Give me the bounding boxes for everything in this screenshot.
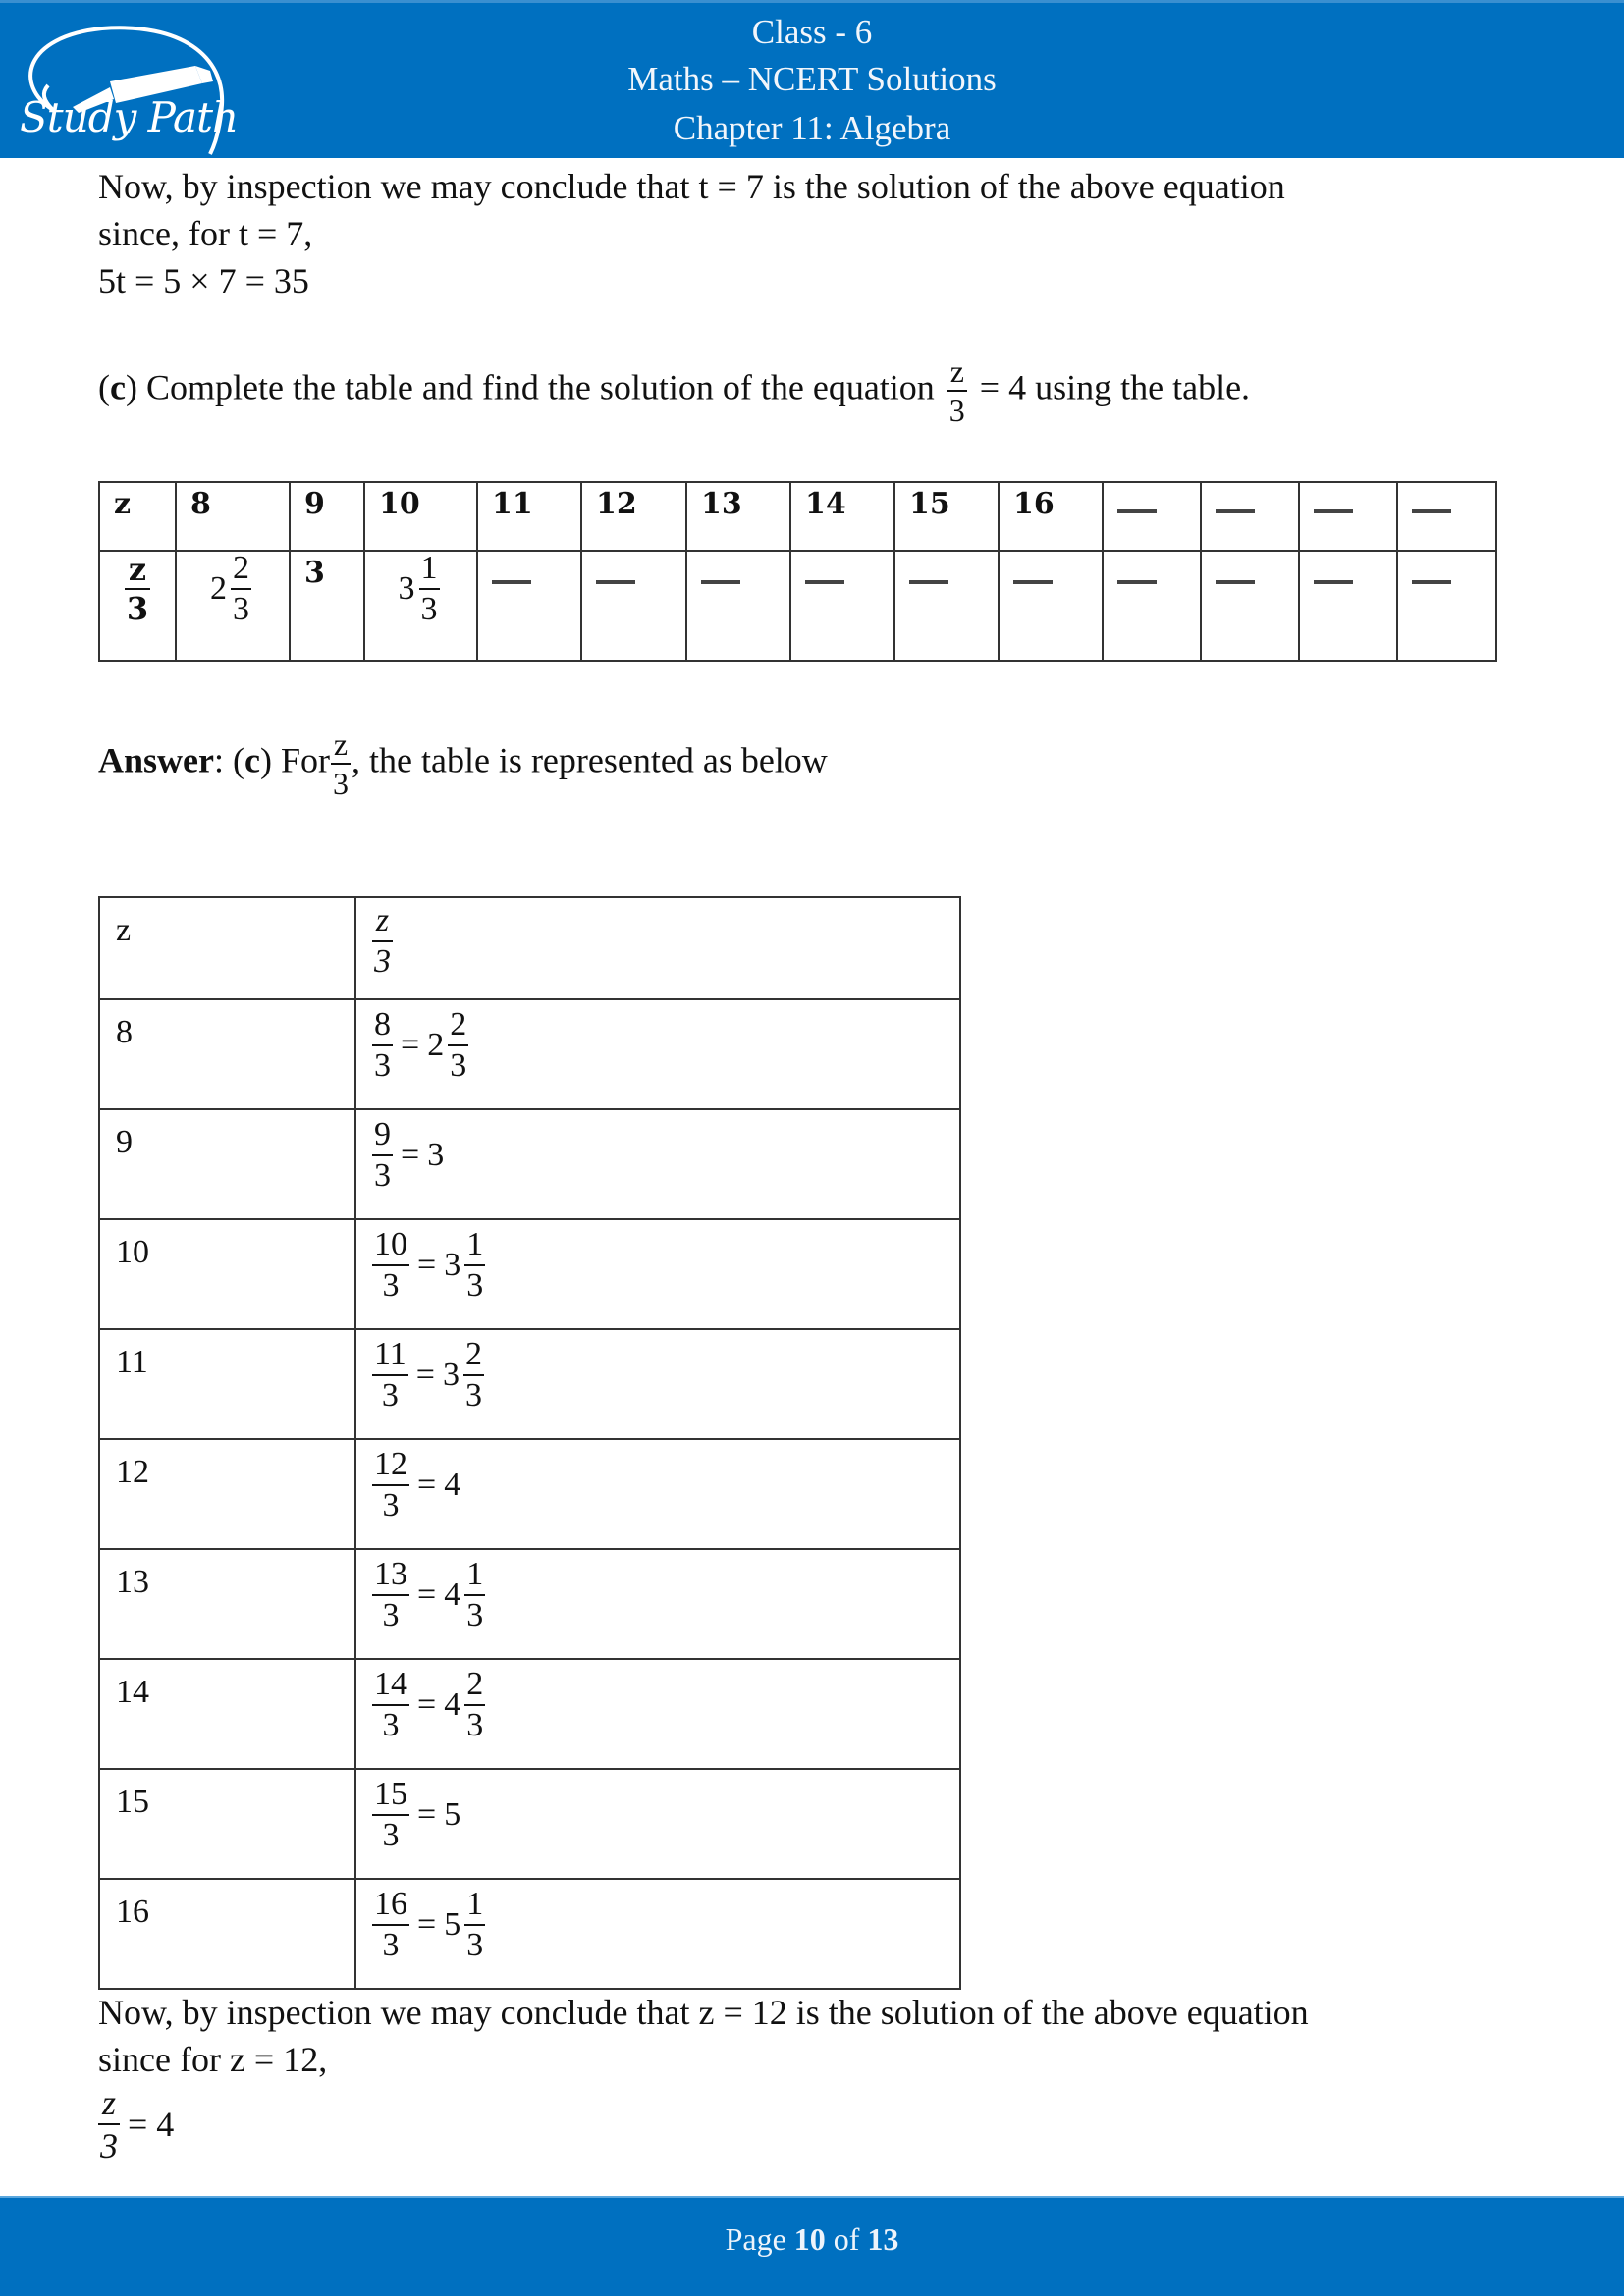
header-subject: Maths – NCERT Solutions [627,60,997,98]
cell-z-over-3: 11 3 = 3 2 3 [354,1328,961,1440]
answer-table-row: 12 12 3 = 4 [98,1438,961,1550]
answer-part: c [244,740,260,780]
current-page: 10 [793,2221,826,2257]
cell-z: 12 [98,1438,356,1550]
table-cell: 3 13 [363,550,478,662]
table-cell: 15 [893,481,1000,552]
cell-z: 8 [98,998,356,1110]
cell-z-over-3: 8 3 = 2 2 3 [354,998,961,1110]
table-cell: 9 [289,481,365,552]
table-cell: 2 23 [175,550,291,662]
cell-z: 9 [98,1108,356,1220]
answer-fraction: z3 [330,726,351,801]
cell-z-over-3: 10 3 = 3 1 3 [354,1218,961,1330]
row-header-z-over-3: z 3 [98,550,177,662]
intro-line-2: since, for t = 7, [98,214,313,253]
answer-table-row: 14 14 3 = 4 2 3 [98,1658,961,1770]
table-cell: 12 [580,481,687,552]
intro-equation: 5t = 5 × 7 = 35 [98,261,309,300]
fraction-bar [947,390,967,392]
table-cell-dash [1298,481,1398,552]
total-pages: 13 [867,2221,899,2257]
answer-table-row: 11 11 3 = 3 2 3 [98,1328,961,1440]
question-label: c [110,367,126,407]
answer-table-row: 16 16 3 = 5 1 3 [98,1878,961,1990]
header-class: Class - 6 [751,13,873,51]
table-cell-dash [789,550,895,662]
table-cell-dash [476,550,582,662]
answer-table-row: 15 15 3 = 5 [98,1768,961,1880]
cell-z-over-3: 15 3 = 5 [354,1768,961,1880]
answer-table: z z3 8 8 3 = 2 2 3 9 9 3 = 3 10 10 3 = 3 1 3 11 11 3 = 3 2 3 12 12 3… [98,896,961,1990]
table-cell-dash [1200,481,1300,552]
table-cell-dash [1396,481,1497,552]
conclusion-line-2: since for z = 12, [98,2040,328,2079]
page-footer: Page 10 of 13 [0,2196,1624,2296]
fraction-numerator: z [949,353,964,389]
answer-for: For [280,740,330,780]
answer-table-row: 9 9 3 = 3 [98,1108,961,1220]
table-cell: 14 [789,481,895,552]
answer-table-row: 10 10 3 = 3 1 3 [98,1218,961,1330]
table-cell-dash [1102,481,1202,552]
table-cell: 10 [363,481,478,552]
conclusion-equation: z3 = 4 [98,2083,175,2165]
cell-z-over-3: 9 3 = 3 [354,1108,961,1220]
answer-intro: Answer: (c) For z 3, the table is represen… [98,726,828,801]
table-cell-dash [1396,550,1497,662]
intro-line-1: Now, by inspection we may conclude that … [98,167,1285,206]
cell-z-over-3: 14 3 = 4 2 3 [354,1658,961,1770]
table-cell-dash [1200,550,1300,662]
answer-rest: , the table is represented as below [351,740,828,780]
cell-z: 14 [98,1658,356,1770]
table-cell: 8 [175,481,291,552]
cell-z: 13 [98,1548,356,1660]
answer-table-header: z z3 [98,896,961,1000]
question-text-after: = 4 using the table. [979,367,1251,407]
table-cell-dash [998,550,1104,662]
cell-z-over-3: 12 3 = 4 [354,1438,961,1550]
table-cell-dash [685,550,791,662]
page-number: Page 10 of 13 [725,2221,899,2257]
table-cell-dash [1102,550,1202,662]
column-header-z: z [98,896,356,1000]
page-header: Study Path Class - 6 Maths – NCERT Solut… [0,0,1624,158]
table-cell: 11 [476,481,582,552]
table-cell-dash [1298,550,1398,662]
row-header-z: z [98,481,177,552]
table-cell: 13 [685,481,791,552]
table-row-z: z 8 9 10 11 12 13 14 15 16 [98,481,1497,552]
answer-label: Answer [98,740,214,780]
table-cell: 16 [998,481,1104,552]
question-fraction: z 3 [947,355,967,426]
table-row-z-over-3: z 3 2 23 3 3 13 [98,550,1497,662]
cell-z: 15 [98,1768,356,1880]
cell-z-over-3: 13 3 = 4 1 3 [354,1548,961,1660]
fraction-denominator: 3 [948,393,965,428]
cell-z: 11 [98,1328,356,1440]
table-cell-dash [580,550,687,662]
column-header-z-over-3: z3 [354,896,961,1000]
question-c: (c) Complete the table and find the solu… [98,353,1251,428]
cell-z: 16 [98,1878,356,1990]
cell-z: 10 [98,1218,356,1330]
question-table: z 8 9 10 11 12 13 14 15 16 z 3 2 23 3 3 … [98,481,1497,662]
table-cell-dash [893,550,1000,662]
conclusion-line-1: Now, by inspection we may conclude that … [98,1993,1309,2032]
header-chapter: Chapter 11: Algebra [673,109,951,147]
answer-table-row: 13 13 3 = 4 1 3 [98,1548,961,1660]
cell-z-over-3: 16 3 = 5 1 3 [354,1878,961,1990]
answer-table-row: 8 8 3 = 2 2 3 [98,998,961,1110]
table-cell: 3 [289,550,365,662]
question-text: Complete the table and find the solution… [145,367,935,407]
